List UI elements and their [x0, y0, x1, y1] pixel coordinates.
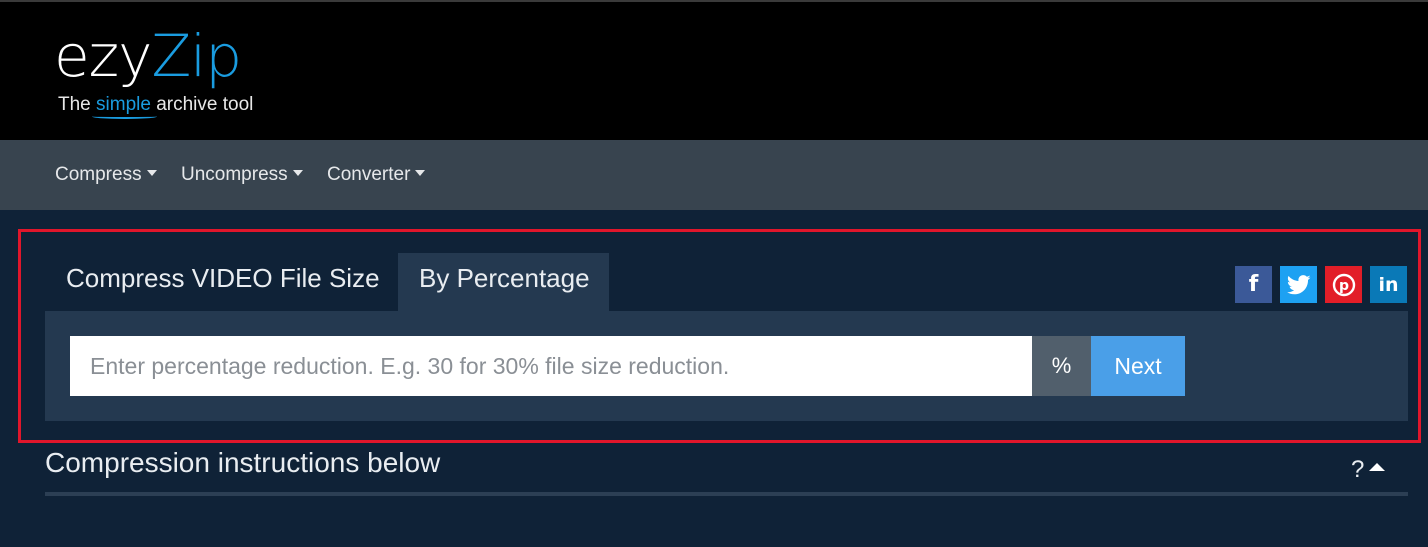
logo-wordmark: ezyZip	[54, 22, 242, 90]
nav-uncompress-dropdown[interactable]: Uncompress	[181, 164, 303, 186]
tagline-simple: simple	[96, 94, 151, 115]
tagline-post: archive tool	[150, 94, 254, 115]
ezyzip-logo[interactable]: ezyZip The simple archive tool	[54, 22, 253, 115]
tagline-pre: The	[58, 94, 97, 115]
main-navbar: Compress Uncompress Converter	[0, 140, 1428, 210]
instructions-heading: Compression instructions below	[45, 447, 441, 478]
instructions-toggle[interactable]: ?	[1351, 456, 1386, 484]
instructions-divider	[45, 492, 1408, 496]
nav-uncompress-label: Uncompress	[181, 164, 288, 185]
nav-compress-label: Compress	[55, 164, 142, 185]
caret-down-icon	[292, 170, 303, 176]
nav-compress-dropdown[interactable]: Compress	[55, 164, 157, 186]
logo-ezy: ezy	[54, 22, 152, 90]
nav-converter-label: Converter	[327, 164, 411, 185]
highlight-box	[18, 229, 1421, 443]
nav-converter-dropdown[interactable]: Converter	[327, 164, 426, 186]
logo-zip: Zip	[151, 22, 242, 90]
caret-up-icon	[1369, 463, 1386, 471]
caret-down-icon	[146, 170, 157, 176]
header: ezyZip The simple archive tool	[0, 0, 1428, 140]
logo-tagline: The simple archive tool	[58, 94, 253, 116]
caret-down-icon	[415, 170, 426, 176]
help-icon: ?	[1351, 456, 1365, 483]
